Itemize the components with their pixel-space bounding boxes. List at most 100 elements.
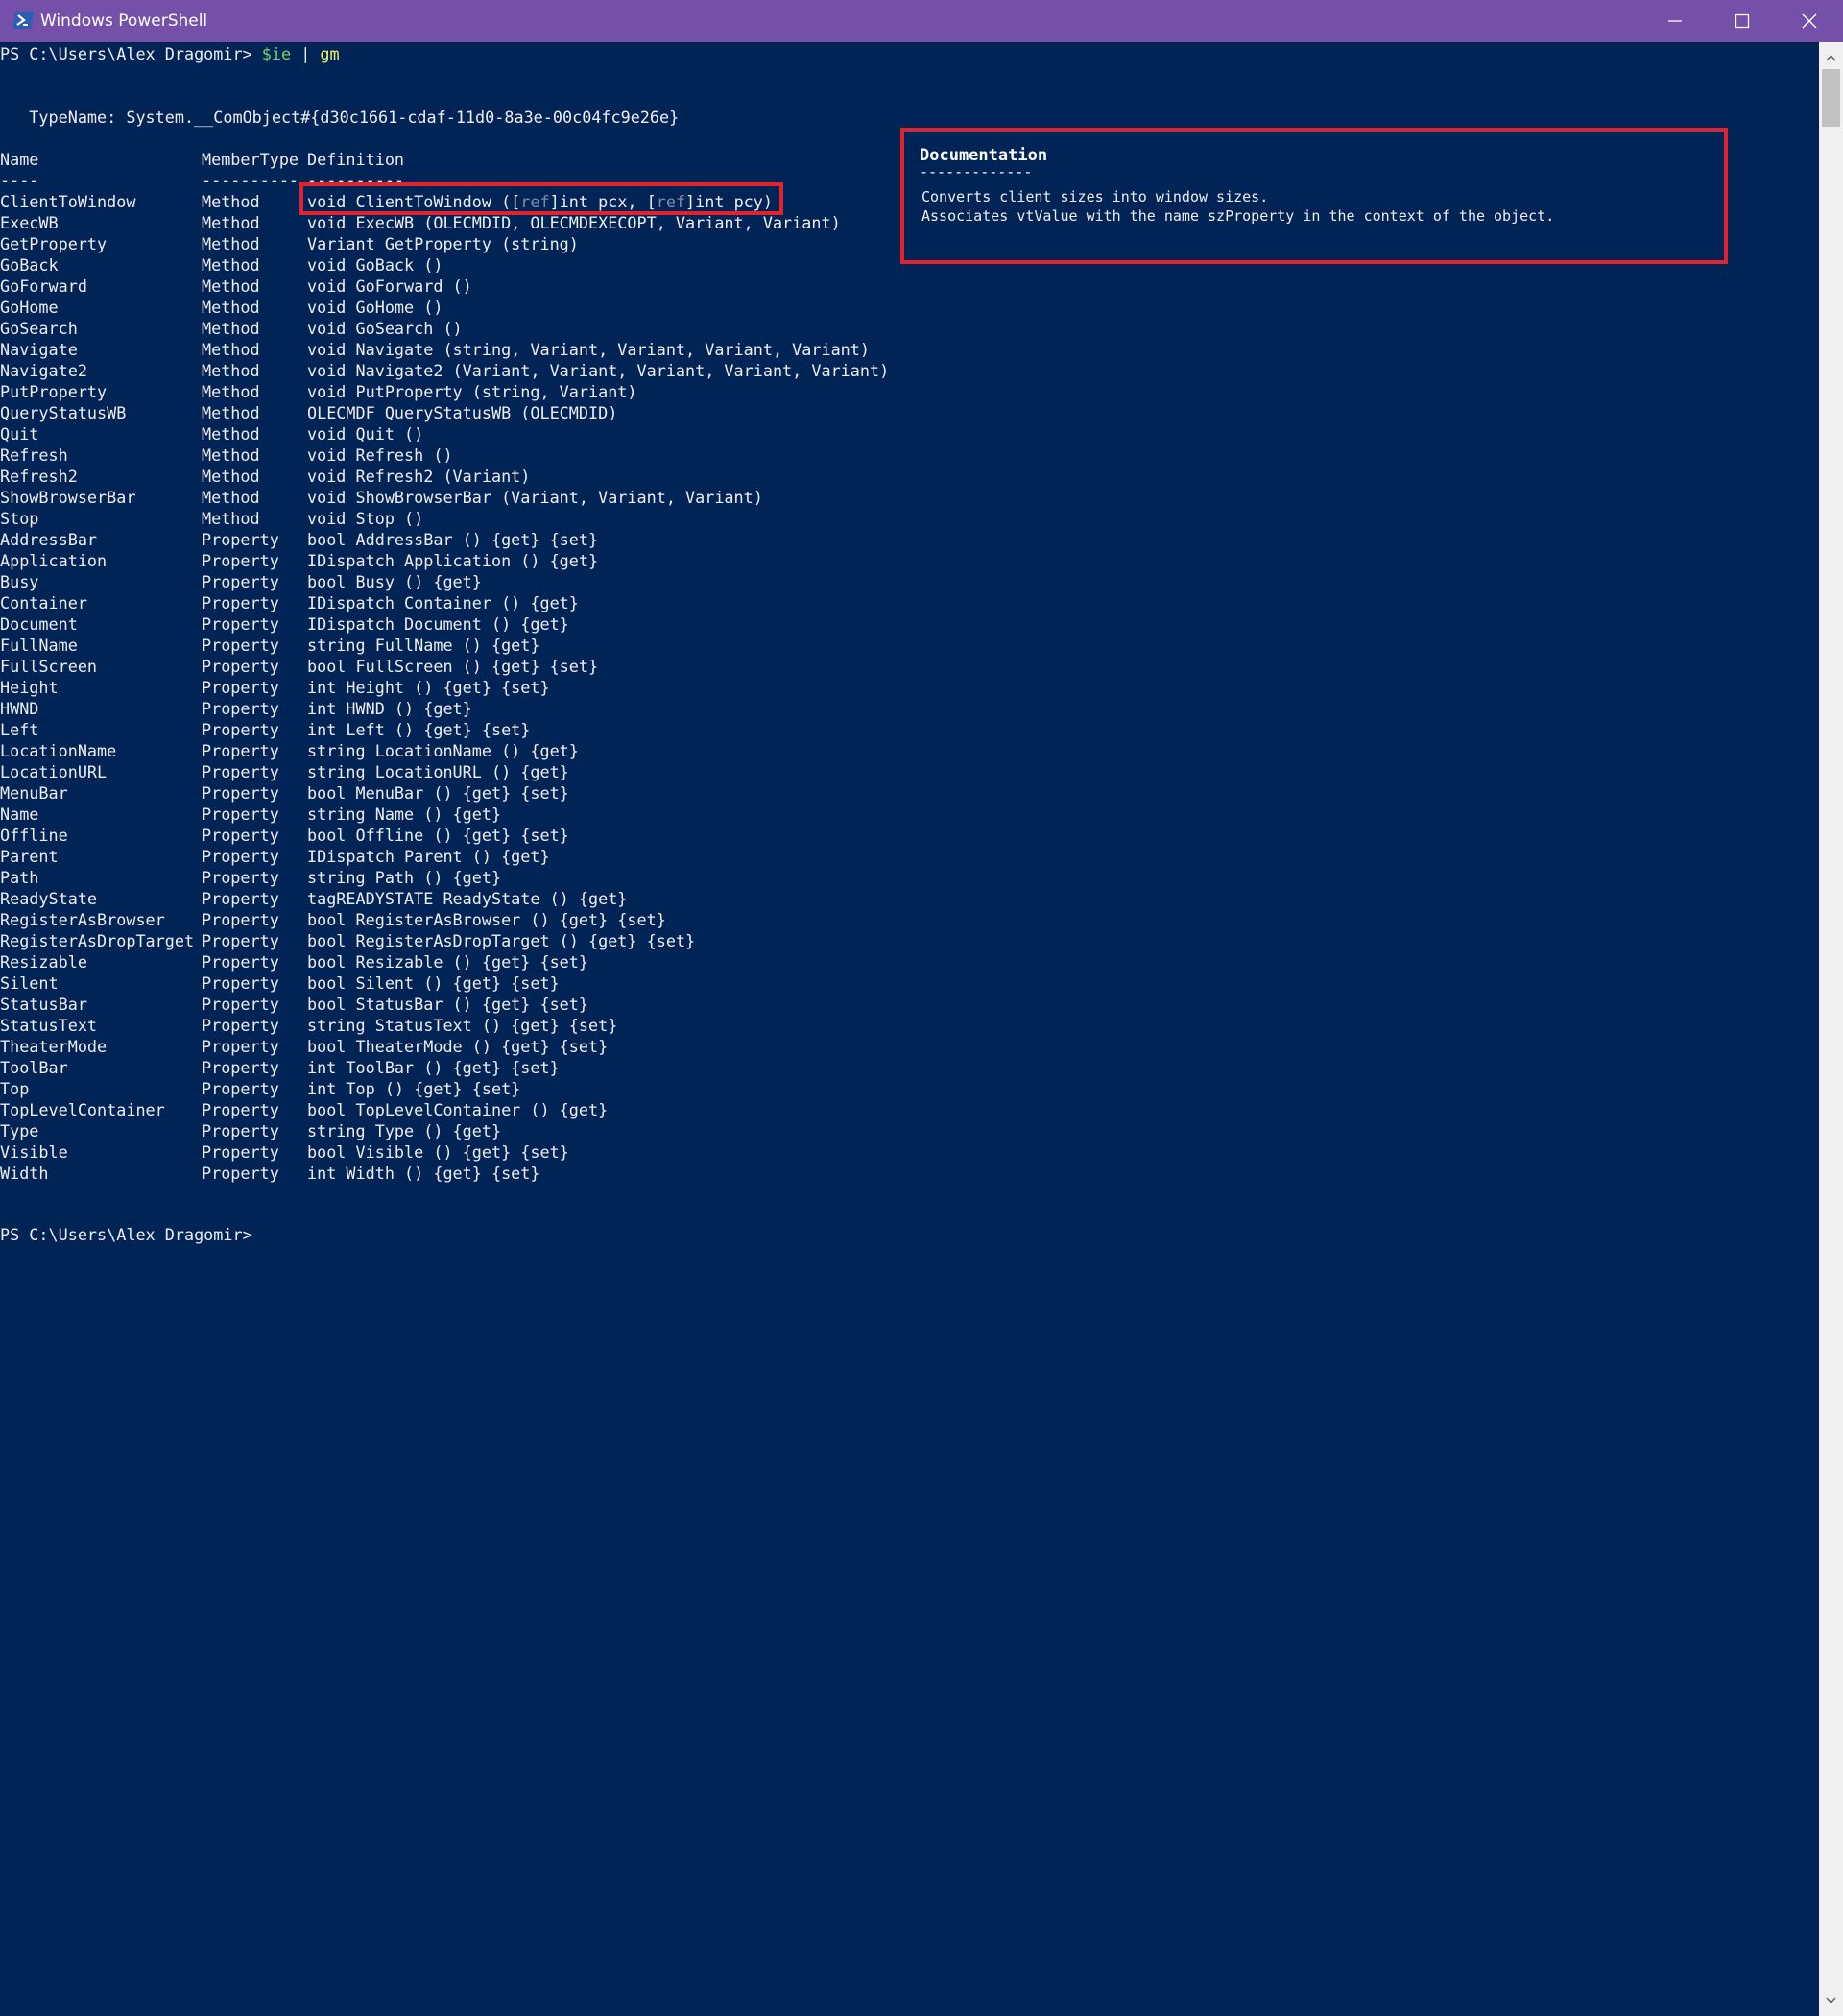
member-type: Property: [202, 551, 279, 570]
member-type: Method: [202, 319, 260, 338]
member-name: GoBack: [0, 255, 59, 275]
member-definition: void GoSearch (): [307, 319, 463, 338]
command-line: PS C:\Users\Alex Dragomir> $ie | gm: [0, 43, 340, 64]
member-name: StatusText: [0, 1016, 98, 1035]
member-definition: void GoHome (): [307, 298, 443, 317]
member-name: Refresh2: [0, 467, 78, 486]
member-type: Method: [202, 361, 260, 380]
documentation-line: Associates vtValue with the name szPrope…: [922, 207, 1555, 225]
maximize-icon: [1735, 13, 1750, 29]
maximize-button[interactable]: [1709, 0, 1776, 42]
minimize-button[interactable]: [1641, 0, 1709, 42]
member-definition: bool RegisterAsBrowser () {get} {set}: [307, 910, 666, 929]
member-name: Visible: [0, 1142, 68, 1162]
member-definition: bool AddressBar () {get} {set}: [307, 530, 599, 549]
member-name: Stop: [0, 509, 39, 528]
member-name: Application: [0, 551, 108, 570]
member-definition: void Refresh2 (Variant): [307, 467, 531, 486]
separator-name: ----: [0, 171, 39, 190]
member-type: Method: [202, 298, 260, 317]
member-definition: bool MenuBar () {get} {set}: [307, 783, 569, 803]
member-definition: Variant GetProperty (string): [307, 234, 579, 253]
member-type: Method: [202, 403, 260, 422]
title-bar[interactable]: Windows PowerShell: [0, 0, 1843, 42]
member-name: ToolBar: [0, 1058, 68, 1077]
member-type: Property: [202, 1121, 279, 1140]
member-type: Property: [202, 657, 279, 676]
member-definition: int HWND () {get}: [307, 699, 472, 718]
scroll-up-arrow-icon: [1826, 54, 1836, 61]
member-name: Left: [0, 720, 39, 739]
member-definition: string Path () {get}: [307, 868, 502, 887]
header-name: Name: [0, 150, 39, 169]
member-type: Method: [202, 234, 260, 253]
documentation-separator: -------------: [920, 163, 1033, 180]
member-name: RegisterAsBrowser: [0, 910, 165, 929]
member-name: ClientToWindow: [0, 192, 136, 211]
console-output[interactable]: PS C:\Users\Alex Dragomir> $ie | gm Type…: [0, 42, 1819, 2016]
end-prompt: PS C:\Users\Alex Dragomir>: [0, 1225, 252, 1244]
member-type: Property: [202, 699, 279, 718]
member-type: Property: [202, 1079, 279, 1098]
header-definition: Definition: [307, 150, 405, 169]
member-definition: void PutProperty (string, Variant): [307, 382, 637, 401]
member-name: TopLevelContainer: [0, 1100, 165, 1119]
member-definition: void ShowBrowserBar (Variant, Variant, V…: [307, 488, 763, 507]
member-definition: IDispatch Document () {get}: [307, 614, 569, 634]
member-type: Property: [202, 530, 279, 549]
prompt: PS C:\Users\Alex Dragomir>: [0, 44, 262, 63]
vertical-scrollbar[interactable]: [1819, 42, 1843, 2016]
member-name: Busy: [0, 572, 39, 591]
member-name: ShowBrowserBar: [0, 488, 136, 507]
close-button[interactable]: [1776, 0, 1843, 42]
member-type: Method: [202, 192, 260, 211]
member-name: Quit: [0, 424, 39, 444]
member-name: GoSearch: [0, 319, 78, 338]
member-type: Property: [202, 1058, 279, 1077]
member-name: Resizable: [0, 952, 87, 972]
member-type: Method: [202, 467, 260, 486]
member-definition: bool Visible () {get} {set}: [307, 1142, 569, 1162]
member-definition: int Width () {get} {set}: [307, 1164, 540, 1183]
member-name: MenuBar: [0, 783, 68, 803]
member-definition: bool FullScreen () {get} {set}: [307, 657, 599, 676]
documentation-box: Documentation ------------- Converts cli…: [900, 128, 1728, 264]
member-definition: OLECMDF QueryStatusWB (OLECMDID): [307, 403, 618, 422]
window-title: Windows PowerShell: [40, 12, 208, 31]
member-type: Property: [202, 889, 279, 908]
scroll-down-button[interactable]: [1819, 1989, 1843, 2012]
header-member-type: MemberType: [202, 150, 299, 169]
close-icon: [1802, 13, 1817, 29]
member-name: ReadyState: [0, 889, 98, 908]
member-type: Property: [202, 1037, 279, 1056]
scroll-up-button[interactable]: [1819, 46, 1843, 69]
member-definition: void GoForward (): [307, 276, 472, 296]
member-definition: string StatusText () {get} {set}: [307, 1016, 618, 1035]
scroll-down-arrow-icon: [1826, 1997, 1836, 2004]
member-definition: IDispatch Application () {get}: [307, 551, 599, 570]
minimize-icon: [1668, 20, 1682, 22]
member-type: Property: [202, 762, 279, 781]
member-type: Property: [202, 868, 279, 887]
member-name: TheaterMode: [0, 1037, 108, 1056]
member-name: Document: [0, 614, 78, 634]
member-name: Width: [0, 1164, 49, 1183]
table-header-separator: ---- ---------- ----------: [0, 170, 404, 191]
member-type: Property: [202, 572, 279, 591]
member-definition: int Top () {get} {set}: [307, 1079, 521, 1098]
member-type: Property: [202, 995, 279, 1014]
member-type: Method: [202, 213, 260, 232]
member-definition: tagREADYSTATE ReadyState () {get}: [307, 889, 628, 908]
member-type: Property: [202, 847, 279, 866]
command-cmdlet: gm: [320, 44, 340, 63]
member-name: Height: [0, 678, 59, 697]
member-definition: void ExecWB (OLECMDID, OLECMDEXECOPT, Va…: [307, 213, 841, 232]
member-name: Container: [0, 593, 87, 612]
member-definition: int Height () {get} {set}: [307, 678, 550, 697]
member-definition: void Stop (): [307, 509, 424, 528]
scroll-thumb[interactable]: [1822, 69, 1840, 127]
member-name: PutProperty: [0, 382, 108, 401]
member-type: Method: [202, 276, 260, 296]
member-name: Top: [0, 1079, 30, 1098]
member-type: Property: [202, 593, 279, 612]
